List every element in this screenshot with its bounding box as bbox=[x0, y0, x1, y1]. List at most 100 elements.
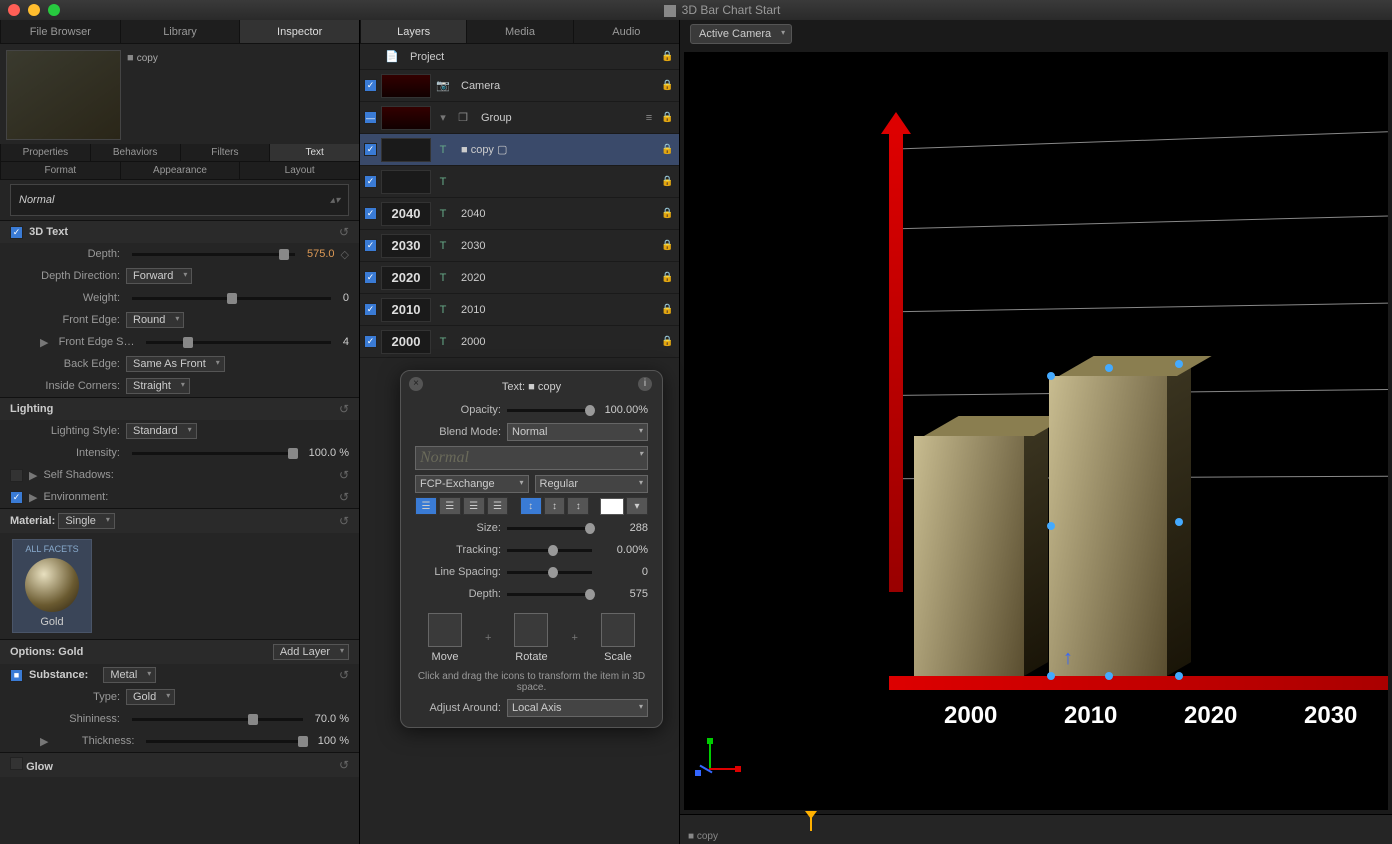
check-glow[interactable] bbox=[10, 757, 23, 770]
hud-slider-depth[interactable] bbox=[507, 593, 592, 596]
hud-val-size[interactable]: 288 bbox=[598, 522, 648, 534]
subtab-behaviors[interactable]: Behaviors bbox=[90, 144, 180, 161]
layer-vis-toggle[interactable]: ✓ bbox=[364, 303, 377, 316]
hud-style-preview[interactable]: Normal bbox=[415, 446, 648, 470]
layer-item-name[interactable]: ■ copy ▢ bbox=[455, 143, 657, 156]
hud-slider-opacity[interactable] bbox=[507, 409, 592, 412]
reset-glow[interactable]: ↺ bbox=[339, 758, 349, 772]
hud-slider-linesp[interactable] bbox=[507, 571, 592, 574]
layer-project[interactable]: Project bbox=[404, 51, 657, 63]
hud-info-button[interactable]: i bbox=[638, 377, 652, 391]
val-intensity[interactable]: 100.0 % bbox=[309, 447, 349, 459]
tab-audio[interactable]: Audio bbox=[573, 20, 679, 43]
viewport-canvas[interactable]: ↑ 2000 2010 2020 2030 bbox=[684, 52, 1388, 810]
lock-icon[interactable]: 🔒 bbox=[661, 176, 675, 187]
reset-material[interactable]: ↺ bbox=[339, 514, 349, 528]
align-center-button[interactable]: ☰ bbox=[439, 497, 461, 515]
dd-depthdir[interactable]: Forward bbox=[126, 268, 192, 284]
hud-val-linesp[interactable]: 0 bbox=[598, 566, 648, 578]
tab-library[interactable]: Library bbox=[120, 20, 240, 43]
hud-val-tracking[interactable]: 0.00% bbox=[598, 544, 648, 556]
dd-material-mode[interactable]: Single bbox=[58, 513, 115, 529]
tab-layers[interactable]: Layers bbox=[360, 20, 466, 43]
layer-item-name[interactable]: 2040 bbox=[455, 208, 657, 220]
layer-vis-camera[interactable]: ✓ bbox=[364, 79, 377, 92]
layer-row[interactable]: ✓ 2020 T 2020 🔒 bbox=[360, 262, 679, 294]
layer-camera[interactable]: Camera bbox=[455, 80, 657, 92]
layer-vis-toggle[interactable]: ✓ bbox=[364, 239, 377, 252]
align-left-button[interactable]: ☰ bbox=[415, 497, 437, 515]
material-swatch[interactable]: ALL FACETS Gold bbox=[12, 539, 92, 633]
hud-close-button[interactable]: × bbox=[409, 377, 423, 391]
texttab-format[interactable]: Format bbox=[0, 162, 120, 179]
reset-environment[interactable]: ↺ bbox=[339, 490, 349, 504]
layer-row[interactable]: ✓ T 🔒 bbox=[360, 166, 679, 198]
layer-vis-group[interactable]: — bbox=[364, 111, 377, 124]
dd-insidecorners[interactable]: Straight bbox=[126, 378, 190, 394]
hud-panel[interactable]: × i Text: ■ copy Opacity:100.00% Blend M… bbox=[400, 370, 663, 728]
color-menu-button[interactable]: ▾ bbox=[626, 497, 648, 515]
slider-shininess[interactable] bbox=[132, 718, 303, 721]
stack-icon[interactable]: ≡ bbox=[641, 112, 657, 124]
dd-active-camera[interactable]: Active Camera bbox=[690, 24, 792, 44]
hud-dd-blend[interactable]: Normal bbox=[507, 423, 648, 441]
val-frontedgesize[interactable]: 4 bbox=[343, 336, 349, 348]
hud-scale-tool[interactable]: Scale bbox=[598, 613, 638, 663]
zoom-window[interactable] bbox=[48, 4, 60, 16]
hud-dd-adjust[interactable]: Local Axis bbox=[507, 699, 648, 717]
dd-lightstyle[interactable]: Standard bbox=[126, 423, 197, 439]
slider-depth[interactable] bbox=[132, 253, 295, 256]
reset-lighting[interactable]: ↺ bbox=[339, 402, 349, 416]
layer-row[interactable]: ✓ 2010 T 2010 🔒 bbox=[360, 294, 679, 326]
hud-slider-size[interactable] bbox=[507, 527, 592, 530]
layer-item-name[interactable]: 2010 bbox=[455, 304, 657, 316]
lock-icon[interactable]: 🔒 bbox=[661, 51, 675, 62]
hud-rotate-tool[interactable]: Rotate bbox=[511, 613, 551, 663]
hud-val-opacity[interactable]: 100.00% bbox=[598, 404, 648, 416]
layer-vis-toggle[interactable]: ✓ bbox=[364, 143, 377, 156]
lock-icon[interactable]: 🔒 bbox=[661, 336, 675, 347]
hud-val-depth[interactable]: 575 bbox=[598, 588, 648, 600]
tab-inspector[interactable]: Inspector bbox=[239, 20, 359, 43]
subtab-text[interactable]: Text bbox=[269, 144, 359, 161]
layer-vis-toggle[interactable]: ✓ bbox=[364, 207, 377, 220]
lock-icon[interactable]: 🔒 bbox=[661, 112, 675, 123]
layer-item-name[interactable]: 2030 bbox=[455, 240, 657, 252]
valign-bot-button[interactable]: ↕ bbox=[567, 497, 589, 515]
layer-vis-toggle[interactable]: ✓ bbox=[364, 271, 377, 284]
3d-text-enable[interactable]: ✓ bbox=[10, 226, 23, 239]
slider-frontedgesize[interactable] bbox=[146, 341, 330, 344]
valign-top-button[interactable]: ↕ bbox=[520, 497, 542, 515]
slider-intensity[interactable] bbox=[132, 452, 297, 455]
lock-icon[interactable]: 🔒 bbox=[661, 240, 675, 251]
check-substance[interactable]: ■ bbox=[10, 669, 23, 682]
color-swatch[interactable] bbox=[600, 498, 624, 515]
val-weight[interactable]: 0 bbox=[343, 292, 349, 304]
layer-item-name[interactable]: 2020 bbox=[455, 272, 657, 284]
lock-icon[interactable]: 🔒 bbox=[661, 272, 675, 283]
subtab-properties[interactable]: Properties bbox=[0, 144, 90, 161]
slider-weight[interactable] bbox=[132, 297, 331, 300]
timeline[interactable]: ■ copy bbox=[680, 814, 1392, 844]
hud-move-tool[interactable]: Move bbox=[425, 613, 465, 663]
layer-vis-toggle[interactable]: ✓ bbox=[364, 335, 377, 348]
slider-thickness[interactable] bbox=[146, 740, 305, 743]
hud-slider-tracking[interactable] bbox=[507, 549, 592, 552]
dd-frontedge[interactable]: Round bbox=[126, 312, 184, 328]
tab-file-browser[interactable]: File Browser bbox=[0, 20, 120, 43]
disclosure-icon[interactable]: ▾ bbox=[435, 111, 451, 124]
dd-type[interactable]: Gold bbox=[126, 689, 175, 705]
val-depth[interactable]: 575.0 bbox=[307, 248, 335, 260]
layer-row[interactable]: ✓ 2030 T 2030 🔒 bbox=[360, 230, 679, 262]
dd-addlayer[interactable]: Add Layer bbox=[273, 644, 349, 660]
check-environment[interactable]: ✓ bbox=[10, 491, 23, 504]
reset-selfshadows[interactable]: ↺ bbox=[339, 468, 349, 482]
val-shininess[interactable]: 70.0 % bbox=[315, 713, 349, 725]
layer-item-name[interactable]: 2000 bbox=[455, 336, 657, 348]
dd-backedge[interactable]: Same As Front bbox=[126, 356, 225, 372]
subtab-filters[interactable]: Filters bbox=[180, 144, 270, 161]
lock-icon[interactable]: 🔒 bbox=[661, 80, 675, 91]
hud-dd-fontstyle[interactable]: Regular bbox=[535, 475, 649, 493]
close-window[interactable] bbox=[8, 4, 20, 16]
lock-icon[interactable]: 🔒 bbox=[661, 144, 675, 155]
